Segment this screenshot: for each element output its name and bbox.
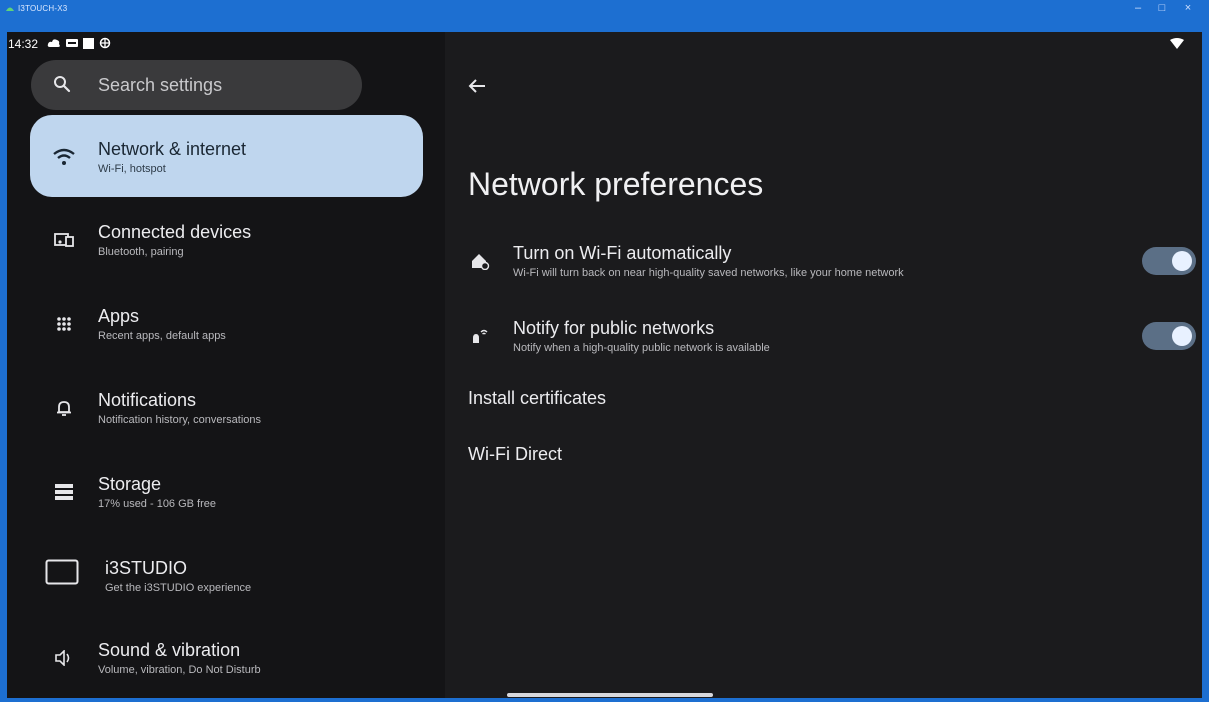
window-right-edge	[1202, 32, 1209, 702]
close-button[interactable]: ×	[1178, 2, 1198, 14]
sidebar-item-label: i3STUDIO	[105, 558, 188, 578]
sidebar-item-sub: Get the i3STUDIO experience	[105, 582, 252, 594]
wifi-direct-item[interactable]: Wi-Fi Direct	[468, 444, 562, 465]
sidebar-item-label: Notifications	[98, 390, 197, 410]
window-title: I3TOUCH-X3	[18, 4, 68, 13]
apps-grid-icon	[52, 312, 76, 336]
minimize-button[interactable]: –	[1128, 2, 1148, 14]
devices-icon	[52, 228, 76, 252]
sidebar-item-notifications[interactable]: Notifications Notification history, conv…	[30, 366, 423, 448]
device-screen: 14:32 Search settings Network & internet…	[7, 32, 1202, 698]
sidebar-item-connected-devices[interactable]: Connected devices Bluetooth, pairing	[30, 198, 423, 280]
settings-sidebar: 14:32 Search settings Network & internet…	[7, 32, 445, 698]
toggle-knob	[1172, 326, 1192, 346]
pref-title: Turn on Wi-Fi automatically	[513, 243, 732, 263]
dw-icon	[66, 39, 78, 47]
search-bar[interactable]: Search settings	[31, 60, 362, 110]
square-icon	[83, 37, 94, 49]
back-arrow-icon[interactable]	[465, 74, 489, 98]
page-title: Network preferences	[468, 166, 764, 202]
window-left-edge	[0, 32, 7, 702]
sidebar-item-sub: Recent apps, default apps	[98, 330, 226, 342]
sidebar-item-network[interactable]: Network & internet Wi-Fi, hotspot	[30, 115, 423, 197]
window-titlebar: I3TOUCH-X3 – □ ×	[0, 0, 1209, 32]
search-icon	[54, 76, 71, 93]
gesture-nav-bar[interactable]	[507, 693, 713, 697]
sidebar-item-sub: Notification history, conversations	[98, 414, 262, 426]
maximize-button[interactable]: □	[1152, 2, 1172, 14]
pref-wifi-auto[interactable]: Turn on Wi-Fi automatically Wi-Fi will t…	[468, 235, 1202, 291]
storage-icon	[52, 480, 76, 504]
wifi-notify-icon	[468, 324, 492, 348]
sidebar-item-label: Network & internet	[98, 139, 247, 159]
sidebar-item-storage[interactable]: Storage 17% used - 106 GB free	[30, 450, 423, 532]
sidebar-item-sub: Wi-Fi, hotspot	[98, 163, 166, 175]
sidebar-item-label: Apps	[98, 306, 140, 326]
pref-title: Notify for public networks	[513, 318, 715, 338]
pref-notify-public[interactable]: Notify for public networks Notify when a…	[468, 310, 1202, 366]
notify-public-toggle[interactable]	[1142, 322, 1196, 350]
pref-subtitle: Wi-Fi will turn back on near high-qualit…	[513, 267, 904, 279]
sidebar-item-i3studio[interactable]: i3STUDIO Get the i3STUDIO experience	[30, 534, 423, 616]
status-bar: 14:32	[7, 32, 445, 56]
toggle-knob	[1172, 251, 1192, 271]
speaker-icon	[52, 646, 76, 670]
sidebar-item-sub: Bluetooth, pairing	[98, 246, 184, 258]
sidebar-item-sound[interactable]: Sound & vibration Volume, vibration, Do …	[30, 616, 423, 698]
sidebar-item-label: Storage	[98, 474, 162, 494]
wifi-signal-icon	[1170, 38, 1184, 49]
sidebar-item-sub: Volume, vibration, Do Not Disturb	[98, 664, 261, 676]
wifi-icon	[52, 145, 76, 169]
app-icon	[6, 7, 14, 11]
sidebar-item-label: Sound & vibration	[98, 640, 241, 660]
status-clock: 14:32	[8, 37, 39, 51]
bell-icon	[52, 396, 76, 420]
install-certificates-item[interactable]: Install certificates	[468, 388, 606, 409]
vpn-icon	[99, 37, 111, 49]
wifi-auto-icon	[468, 249, 492, 273]
sidebar-item-apps[interactable]: Apps Recent apps, default apps	[30, 282, 423, 364]
tablet-icon	[44, 558, 80, 586]
search-placeholder: Search settings	[98, 75, 223, 95]
sidebar-item-label: Connected devices	[98, 222, 252, 242]
wifi-auto-toggle[interactable]	[1142, 247, 1196, 275]
window-bottom-edge	[0, 698, 1209, 702]
pref-subtitle: Notify when a high-quality public networ…	[513, 342, 770, 354]
cloud-icon	[47, 39, 60, 47]
sidebar-item-sub: 17% used - 106 GB free	[98, 498, 217, 510]
